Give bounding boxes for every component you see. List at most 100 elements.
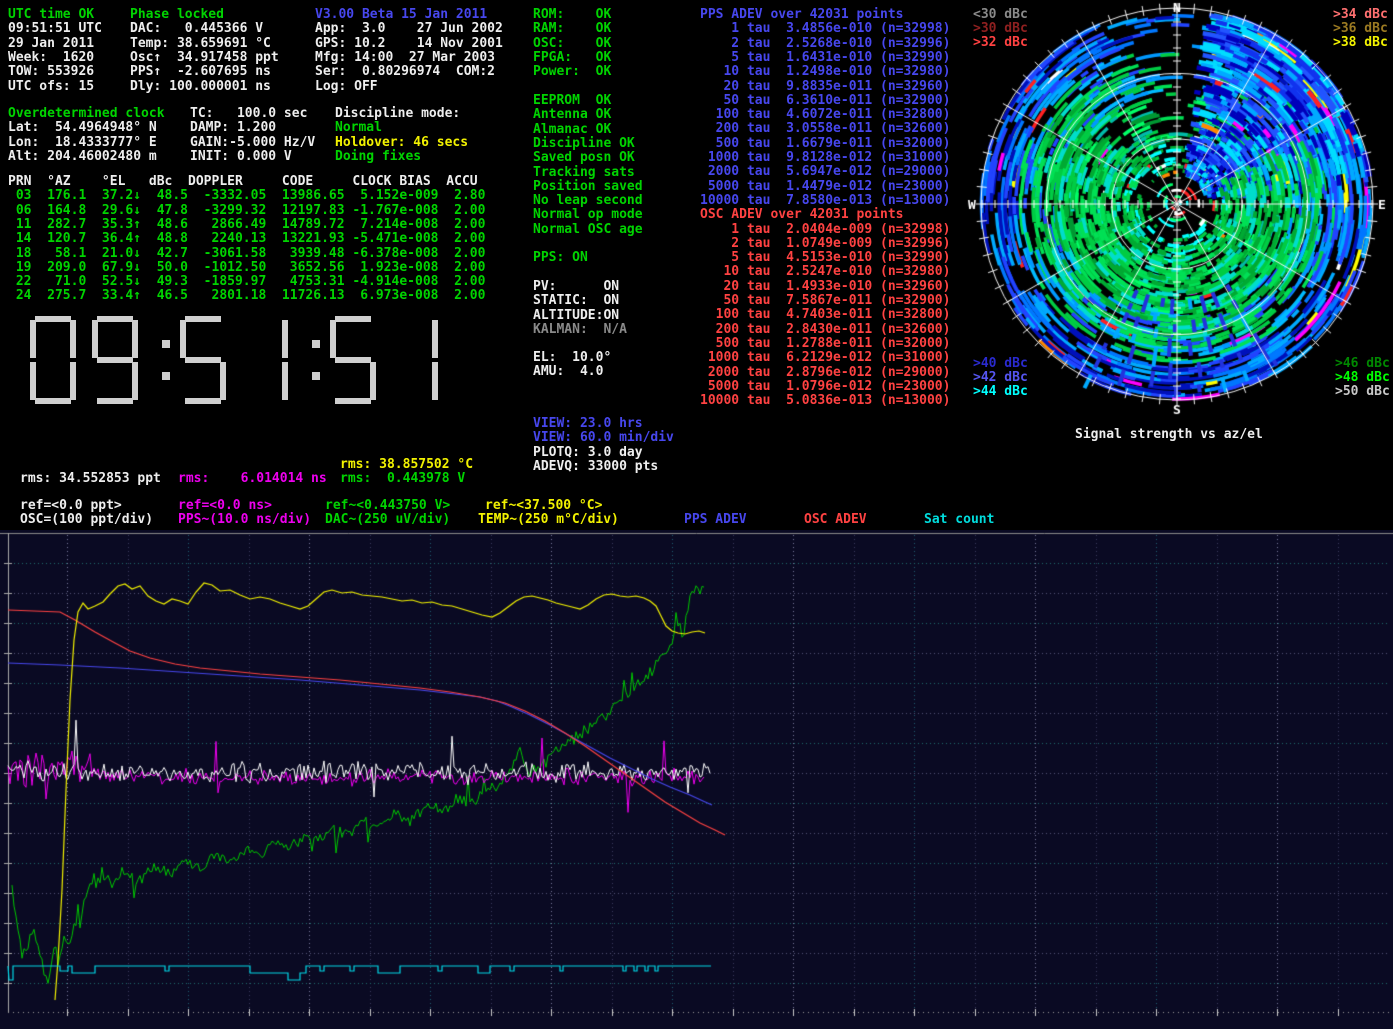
dbc-gt30: >30 dBc [973,22,1028,36]
ref-dac: ref~<0.443750 V> [325,499,450,513]
view-block-line-3: ADEVQ: 33000 pts [533,460,658,474]
dbc-gt48: >48 dBc [1335,371,1390,385]
selftest-block-line-3: FPGA: OK [533,51,611,65]
satellite-table-line-8: 24 275.7 33.4↑ 46.5 2801.18 11726.13 6.9… [8,289,485,303]
adev-tables-line-15: 1 tau 2.0404e-009 (n=32998) [700,223,950,237]
satellite-table-line-2: 06 164.8 29.6↓ 47.8 -3299.32 12197.83 -1… [8,204,485,218]
legend-pps-adev: PPS ADEV [684,513,747,527]
loop-params-block-line-0: TC: 100.0 sec [190,107,307,121]
dbc-lt30: <30 dBc [973,8,1028,22]
view-block-line-0: VIEW: 23.0 hrs [533,417,643,431]
phase-lock-block-line-1: DAC: 0.445366 V [130,22,263,36]
health-block-line-2: Almanac OK [533,123,611,137]
polar-plot-title: Signal strength vs az/el [1075,428,1263,442]
mask-block-line-1: AMU: 4.0 [533,365,603,379]
discipline-mode-block-line-1: Normal [335,121,382,135]
scale-osc: OSC=(100 ppt/div) [20,513,153,527]
loop-params-block-line-1: DAMP: 1.200 [190,121,276,135]
adev-tables-line-11: 2000 tau 5.6947e-012 (n=29000) [700,165,950,179]
legend-sat-count: Sat count [924,513,994,527]
version-block-line-5: Log: OFF [315,80,378,94]
adev-tables-line-0: PPS ADEV over 42031 points [700,8,904,22]
health-block-line-6: Position saved [533,180,643,194]
adev-tables-line-13: 10000 tau 7.8580e-013 (n=13000) [700,194,950,208]
loop-params-block-line-3: INIT: 0.000 V [190,150,292,164]
health-block-line-9: Normal OSC age [533,223,643,237]
phase-lock-block-line-5: Dly: 100.000001 ns [130,80,271,94]
utc-status-block-line-5: UTC ofs: 15 [8,80,94,94]
health-block-line-5: Tracking sats [533,166,635,180]
legend-osc-adev: OSC ADEV [804,513,867,527]
adev-tables-line-22: 200 tau 2.8430e-011 (n=32600) [700,323,950,337]
satellite-table-line-1: 03 176.1 37.2↓ 48.5 -3332.05 13986.65 5.… [8,189,485,203]
adev-tables-line-3: 5 tau 1.6431e-010 (n=32990) [700,51,950,65]
adev-tables-line-10: 1000 tau 9.8128e-012 (n=31000) [700,151,950,165]
dbc-gt42: >42 dBc [973,371,1028,385]
version-block-line-0: V3.00 Beta 15 Jan 2011 [315,8,487,22]
lady-heather-screen: UTC time OK09:51:51 UTC29 Jan 2011Week: … [0,0,1393,1029]
position-block-line-0: Overdetermined clock [8,107,165,121]
satellite-table-line-4: 14 120.7 36.4↑ 48.8 2240.13 13221.93 -5.… [8,232,485,246]
health-block-line-1: Antenna OK [533,108,611,122]
phase-lock-block-line-3: Osc↑ 34.917458 ppt [130,51,279,65]
fix-mode-block-line-1: STATIC: ON [533,294,619,308]
dbc-gt44: >44 dBc [973,385,1028,399]
utc-status-block-line-3: Week: 1620 [8,51,94,65]
version-block-line-2: GPS: 10.2 14 Nov 2001 [315,37,503,51]
adev-tables-line-24: 1000 tau 6.2129e-012 (n=31000) [700,351,950,365]
adev-tables-line-16: 2 tau 1.0749e-009 (n=32996) [700,237,950,251]
adev-tables-line-7: 100 tau 4.6072e-011 (n=32800) [700,108,950,122]
view-block-line-2: PLOTQ: 3.0 day [533,446,643,460]
health-block-line-3: Discipline OK [533,137,635,151]
selftest-block-line-1: RAM: OK [533,22,611,36]
adev-tables-line-1: 1 tau 3.4856e-010 (n=32998) [700,22,950,36]
rms-pps: rms: 6.014014 ns [178,472,327,486]
dbc-gt50: >50 dBc [1335,385,1390,399]
position-block-line-2: Lon: 18.4333777° E [8,136,157,150]
adev-tables-line-20: 50 tau 7.5867e-011 (n=32900) [700,294,950,308]
health-block-line-7: No leap second [533,194,643,208]
ref-osc: ref=<0.0 ppt> [20,499,122,513]
rms-temp: rms: 38.857502 °C [340,458,473,472]
phase-lock-block-line-4: PPS↑ -2.607695 ns [130,65,271,79]
adev-tables-line-4: 10 tau 1.2498e-010 (n=32980) [700,65,950,79]
view-block-line-1: VIEW: 60.0 min/div [533,431,674,445]
adev-tables-line-18: 10 tau 2.5247e-010 (n=32980) [700,265,950,279]
position-block-line-3: Alt: 204.46002480 m [8,150,157,164]
pps-state-block-line-0: PPS: ON [533,251,588,265]
rms-osc: rms: 34.552853 ppt [20,472,161,486]
satellite-table-line-0: PRN °AZ °EL dBc DOPPLER CODE CLOCK BIAS … [8,175,478,189]
selftest-block-line-4: Power: OK [533,65,611,79]
health-block-line-8: Normal op mode [533,208,643,222]
version-block-line-1: App: 3.0 27 Jun 2002 [315,22,503,36]
rms-dac: rms: 0.443978 V [340,472,465,486]
phase-lock-block-line-2: Temp: 38.659691 °C [130,37,271,51]
loop-params-block-line-2: GAIN:-5.000 Hz/V [190,136,315,150]
satellite-table-line-7: 22 71.0 52.5↓ 49.3 -1859.97 4753.31 -4.9… [8,275,485,289]
adev-tables-line-9: 500 tau 1.6679e-011 (n=32000) [700,137,950,151]
adev-tables-line-8: 200 tau 3.0558e-011 (n=32600) [700,122,950,136]
adev-tables-line-23: 500 tau 1.2788e-011 (n=32000) [700,337,950,351]
scale-pps: PPS~(10.0 ns/div) [178,513,311,527]
adev-tables-line-6: 50 tau 6.3610e-011 (n=32900) [700,94,950,108]
adev-tables-line-14: OSC ADEV over 42031 points [700,208,904,222]
dbc-gt46: >46 dBc [1335,357,1390,371]
scale-dac: DAC~(250 uV/div) [325,513,450,527]
adev-tables-line-19: 20 tau 1.4933e-010 (n=32960) [700,280,950,294]
adev-tables-line-12: 5000 tau 1.4479e-012 (n=23000) [700,180,950,194]
discipline-mode-block-line-3: Doing fixes [335,150,421,164]
mask-block-line-0: EL: 10.0° [533,351,611,365]
dbc-gt38: >38 dBc [1333,36,1388,50]
adev-tables-line-26: 5000 tau 1.0796e-012 (n=23000) [700,380,950,394]
selftest-block-line-2: OSC: OK [533,37,611,51]
health-block-line-0: EEPROM OK [533,94,611,108]
dbc-gt36: >36 dBc [1333,22,1388,36]
scale-temp: TEMP~(250 m°C/div) [478,513,619,527]
version-block-line-3: Mfg: 14:00 27 Mar 2003 [315,51,495,65]
adev-tables-line-5: 20 tau 9.8835e-011 (n=32960) [700,80,950,94]
selftest-block-line-0: ROM: OK [533,8,611,22]
adev-tables-line-21: 100 tau 4.7403e-011 (n=32800) [700,308,950,322]
satellite-table-line-5: 18 58.1 21.0↓ 42.7 -3061.58 3939.48 -6.3… [8,247,485,261]
utc-status-block-line-2: 29 Jan 2011 [8,37,94,51]
status-text-layer: UTC time OK09:51:51 UTC29 Jan 2011Week: … [0,0,1393,1029]
